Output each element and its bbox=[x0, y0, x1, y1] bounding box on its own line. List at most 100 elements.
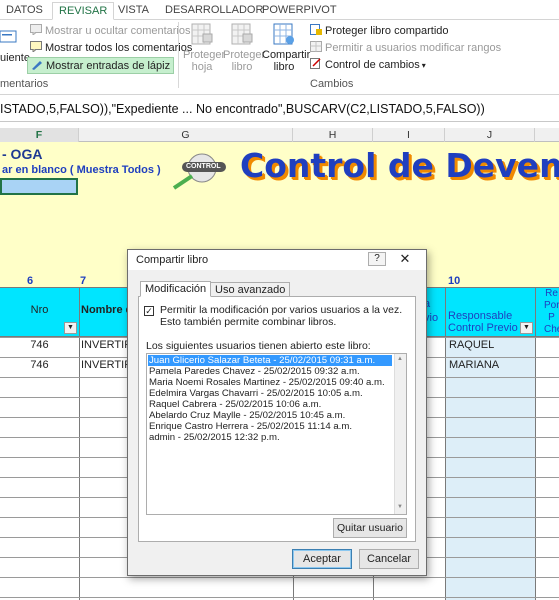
tab-datos[interactable]: DATOS bbox=[6, 2, 43, 20]
users-listbox[interactable]: Juan Glicerio Salazar Beteta - 25/02/201… bbox=[146, 353, 407, 515]
user-list-item[interactable]: Maria Noemi Rosales Martinez - 25/02/201… bbox=[148, 377, 392, 388]
column-header-h[interactable]: H bbox=[293, 128, 373, 142]
user-list-item[interactable]: Raquel Cabrera - 25/02/2015 10:06 a.m. bbox=[148, 399, 392, 410]
header-partial-k-2: Por bbox=[544, 300, 559, 311]
row1-responsable[interactable]: RAQUEL bbox=[449, 339, 494, 351]
control-logo-text: CONTROL bbox=[186, 163, 221, 170]
allow-ranges-label: Permitir a usuarios modificar rangos bbox=[325, 42, 502, 54]
show-ink-label: Mostrar entradas de lápiz bbox=[46, 60, 171, 72]
sheet-title: - OGA bbox=[2, 146, 43, 162]
header-partial-k: Re Por P Che bbox=[544, 288, 559, 336]
user-list-item[interactable]: Edelmira Vargas Chavarri - 25/02/2015 10… bbox=[148, 388, 392, 399]
col-number-6: 6 bbox=[27, 275, 34, 287]
close-icon[interactable]: ✕ bbox=[390, 252, 420, 266]
remove-user-button[interactable]: Quitar usuario bbox=[333, 518, 407, 538]
dialog-title: Compartir libro bbox=[136, 254, 209, 266]
share-book-button[interactable]: Compartir libro bbox=[262, 22, 310, 73]
gridline bbox=[445, 287, 446, 600]
tab-modificacion[interactable]: Modificación bbox=[140, 281, 212, 297]
share-book-label-2: libro bbox=[273, 61, 295, 73]
user-list-item[interactable]: admin - 25/02/2015 12:32 p.m. bbox=[148, 432, 392, 443]
protect-sheet-label-2: hoja bbox=[191, 61, 213, 73]
protect-book-label-2: libro bbox=[231, 61, 253, 73]
header-partial-k-3: P bbox=[548, 312, 555, 323]
allow-ranges-icon bbox=[310, 41, 322, 52]
comments-group-label: mentarios bbox=[0, 78, 49, 90]
column-header-f[interactable]: F bbox=[0, 128, 79, 142]
row2-responsable[interactable]: MARIANA bbox=[449, 359, 499, 371]
column-headers: F G H I J bbox=[0, 128, 559, 142]
next-comment-icon[interactable] bbox=[0, 30, 18, 44]
show-all-link[interactable]: ar en blanco ( Muestra Todos ) bbox=[2, 164, 161, 176]
filter-dropdown-icon[interactable]: ▼ bbox=[64, 322, 77, 334]
protect-book-icon bbox=[223, 22, 261, 49]
tab-vista[interactable]: VISTA bbox=[118, 2, 149, 20]
user-list-item[interactable]: Abelardo Cruz Maylle - 25/02/2015 10:45 … bbox=[148, 410, 392, 421]
users-scrollbar[interactable]: ▲ ▼ bbox=[394, 354, 406, 514]
ok-button[interactable]: Aceptar bbox=[292, 549, 352, 569]
header-responsable-2: Control Previo bbox=[448, 322, 518, 334]
gridline bbox=[535, 287, 536, 600]
scroll-down-icon[interactable]: ▼ bbox=[397, 504, 403, 510]
protect-share-button[interactable]: Proteger libro compartido bbox=[310, 24, 449, 37]
tab-desarrollador[interactable]: DESARROLLADOR bbox=[165, 2, 263, 20]
protect-book-button[interactable]: Proteger libro bbox=[223, 22, 266, 73]
user-list-item[interactable]: Juan Glicerio Salazar Beteta - 25/02/201… bbox=[148, 355, 392, 366]
row1-nombre[interactable]: INVERTIR bbox=[81, 339, 132, 351]
row1-nro[interactable]: 746 bbox=[0, 339, 79, 351]
track-changes-button[interactable]: Control de cambios ▾ bbox=[310, 58, 426, 71]
gridline bbox=[0, 577, 559, 578]
col-number-10: 10 bbox=[448, 275, 461, 287]
protect-share-label: Proteger libro compartido bbox=[325, 25, 449, 37]
comment-icon bbox=[30, 24, 42, 37]
row2-nro[interactable]: 746 bbox=[0, 359, 79, 371]
show-hide-comments-label: Mostrar u ocultar comentarios bbox=[45, 25, 191, 37]
header-nro: Nro bbox=[30, 304, 49, 316]
show-hide-comments-button[interactable]: Mostrar u ocultar comentarios bbox=[30, 24, 191, 37]
show-all-comments-button[interactable]: Mostrar todos los comentarios bbox=[30, 41, 192, 54]
header-responsable-1: Responsable bbox=[448, 310, 513, 322]
track-changes-label: Control de cambios bbox=[325, 59, 420, 71]
header-partial-k-4: Che bbox=[544, 324, 559, 335]
share-book-icon bbox=[262, 22, 306, 49]
changes-group-label: Cambios bbox=[310, 78, 354, 90]
protect-sheet-icon bbox=[183, 22, 221, 49]
row2-nombre[interactable]: INVERTIR bbox=[81, 359, 132, 371]
allow-multiuser-checkbox[interactable]: ✓ bbox=[144, 306, 154, 316]
column-header-g[interactable]: G bbox=[79, 128, 293, 142]
chevron-down-icon: ▾ bbox=[421, 61, 426, 70]
scroll-up-icon[interactable]: ▲ bbox=[397, 356, 403, 362]
show-all-comments-label: Mostrar todos los comentarios bbox=[45, 42, 193, 54]
comments-icon bbox=[30, 41, 42, 54]
cancel-button[interactable]: Cancelar bbox=[359, 549, 419, 569]
dialog-title-bar[interactable]: Compartir libro ? ✕ bbox=[128, 250, 426, 270]
control-logo-icon: CONTROL bbox=[172, 146, 230, 194]
column-header-i[interactable]: I bbox=[373, 128, 445, 142]
gridline bbox=[0, 597, 559, 598]
filter-dropdown-icon[interactable]: ▼ bbox=[520, 322, 533, 334]
allow-multiuser-label: Permitir la modificación por varios usua… bbox=[160, 304, 403, 328]
tab-panel: ✓ Permitir la modificación por varios us… bbox=[138, 296, 416, 542]
tab-powerpivot[interactable]: POWERPIVOT bbox=[262, 2, 337, 20]
gridline bbox=[79, 287, 80, 600]
allow-ranges-button[interactable]: Permitir a usuarios modificar rangos bbox=[310, 41, 501, 54]
formula-bar[interactable]: ISTADO,5,FALSO)),"Expediente ... No enco… bbox=[0, 96, 559, 122]
tab-uso-avanzado[interactable]: Uso avanzado bbox=[210, 282, 291, 297]
user-list-item[interactable]: Enrique Castro Herrera - 25/02/2015 11:1… bbox=[148, 421, 392, 432]
next-comment-label[interactable]: uiente bbox=[0, 52, 30, 64]
show-ink-button[interactable]: Mostrar entradas de lápiz bbox=[27, 57, 175, 74]
formula-text: ISTADO,5,FALSO)),"Expediente ... No enco… bbox=[0, 102, 485, 116]
help-icon[interactable]: ? bbox=[368, 252, 386, 266]
track-changes-icon bbox=[310, 58, 322, 69]
protect-book-label-1: Proteger bbox=[223, 49, 266, 61]
protect-sheet-button[interactable]: Proteger hoja bbox=[183, 22, 225, 73]
user-list-item[interactable]: Pamela Paredes Chavez - 25/02/2015 09:32… bbox=[148, 366, 392, 377]
pen-icon bbox=[31, 59, 43, 70]
column-header-j[interactable]: J bbox=[445, 128, 535, 142]
header-partial-k-1: Re bbox=[545, 288, 558, 299]
protect-share-icon bbox=[310, 24, 322, 35]
selected-cell[interactable] bbox=[0, 178, 78, 195]
ribbon: uiente Mostrar u ocultar comentarios Mos… bbox=[0, 20, 559, 95]
share-workbook-dialog: Compartir libro ? ✕ Modificación Uso ava… bbox=[127, 249, 427, 576]
tab-revisar[interactable]: REVISAR bbox=[52, 2, 115, 20]
